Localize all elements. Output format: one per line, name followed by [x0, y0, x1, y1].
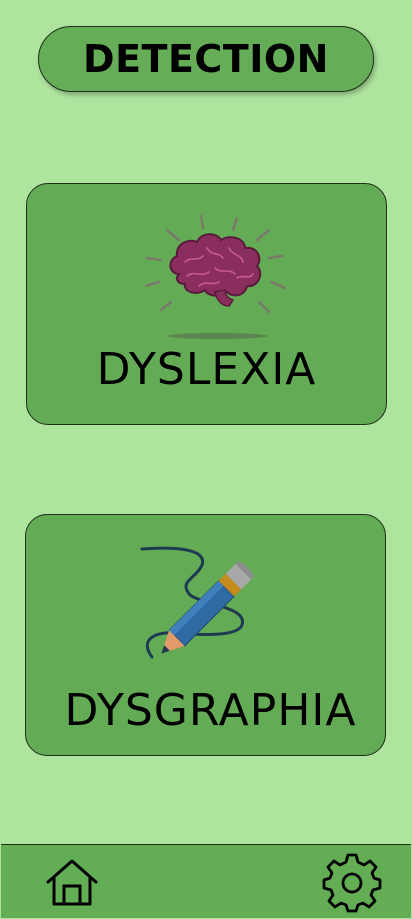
dysgraphia-card[interactable]: DYSGRAPHIA: [25, 514, 386, 756]
page-title: DETECTION: [83, 37, 329, 81]
dysgraphia-label: DYSGRAPHIA: [64, 685, 357, 736]
dyslexia-label: DYSLEXIA: [96, 344, 317, 395]
home-button[interactable]: [43, 858, 101, 908]
gear-icon: [322, 853, 382, 913]
brain-icon: [145, 214, 287, 339]
settings-button[interactable]: [321, 852, 383, 914]
pencil-icon: [140, 546, 254, 659]
dyslexia-card[interactable]: DYSLEXIA: [26, 183, 387, 425]
bottom-nav-bar: [1, 844, 411, 918]
home-icon: [46, 859, 98, 906]
page-title-pill: DETECTION: [38, 26, 374, 92]
